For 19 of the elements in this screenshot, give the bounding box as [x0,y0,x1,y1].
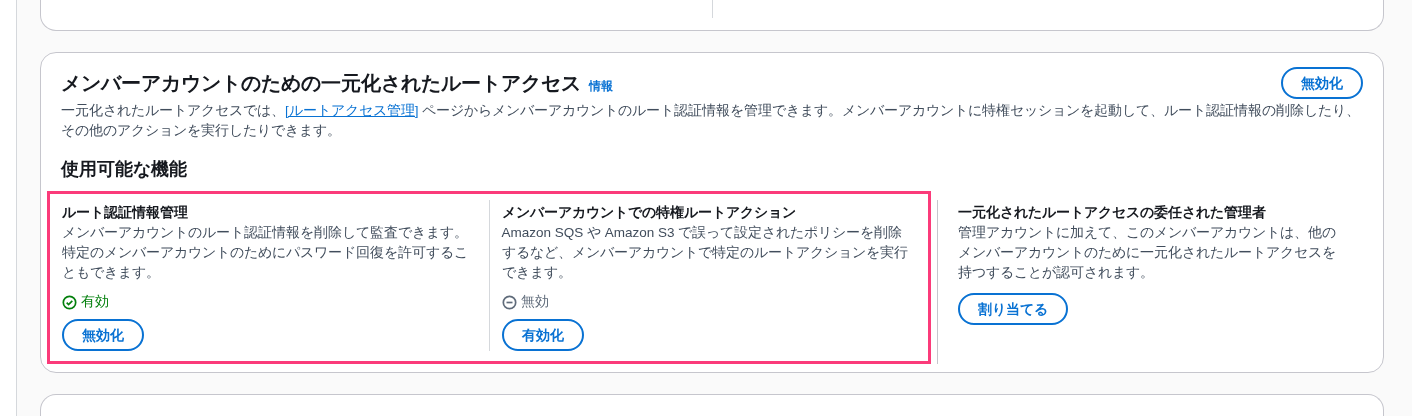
description-text: 一元化されたルートアクセスでは、[ルートアクセス管理] ページからメンバーアカウントのルート認証情報を管理できます。メンバーアカウントに特権セッションを起動して、ルート認証情報の削除したり、その他のアクションを実行したりできます。 [61,102,1362,140]
info-link[interactable]: 情報 [589,78,613,95]
feature-title: メンバーアカウントでの特権ルートアクション [501,204,797,222]
feature-title: ルート認証情報管理 [62,204,189,222]
root-access-link[interactable]: [ルートアクセス管理] [285,103,419,118]
disable-button[interactable]: 無効化 [1281,67,1363,99]
minus-circle-icon [501,294,517,310]
check-circle-icon [62,294,77,310]
feature-description: Amazon SQS や Amazon S3 で誤って設定されたポリシーを削除するなど、メンバーアカウントで特定のルートアクションを実行できます。 [501,224,909,282]
status-label: 無効 [520,293,549,311]
features-heading: 使用可能な機能 [61,158,188,181]
feature-button[interactable]: 無効化 [62,319,144,351]
section-title: メンバーアカウントのための一元化されたルートアクセス [61,71,581,96]
feature-button[interactable]: 割り当てる [958,293,1068,325]
status-label: 有効 [81,293,109,311]
feature-description: 管理アカウントに加えて、このメンバーアカウントは、他のメンバーアカウントのために一元化されたルートアクセスを持つすることが認可されます。 [958,224,1337,282]
feature-title: 一元化されたルートアクセスの委任された管理者 [958,204,1267,222]
feature-button[interactable]: 有効化 [501,319,584,351]
feature-description: メンバーアカウントのルート認証情報を削除して監査できます。特定のメンバーアカウントのためにパスワード回復を許可することもできます。 [62,224,469,282]
